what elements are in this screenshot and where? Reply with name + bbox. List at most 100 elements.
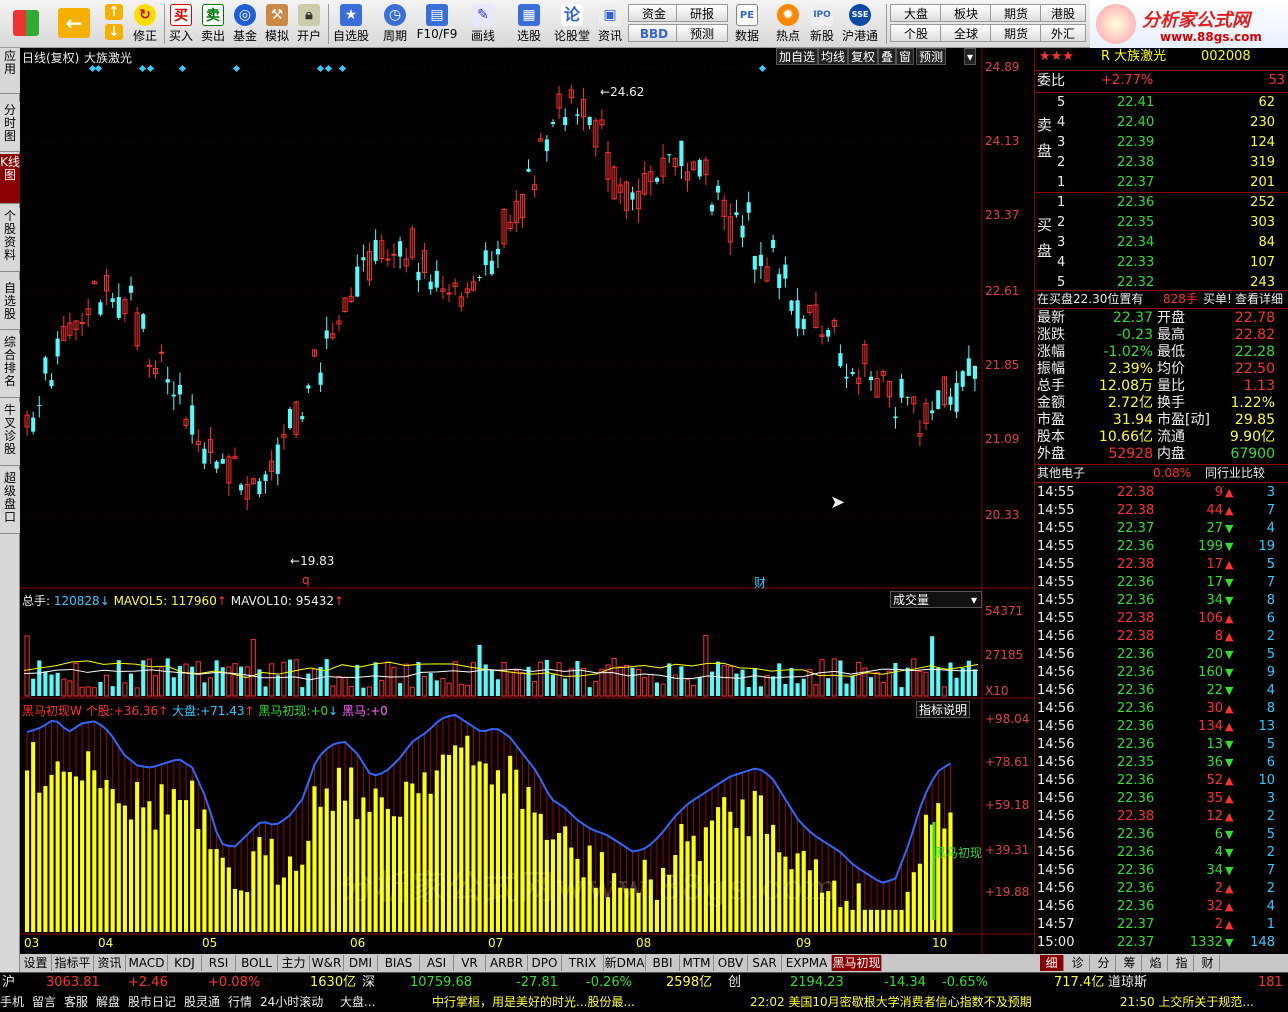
ipo-button[interactable]: IPO 新股 [806, 2, 838, 46]
quote-tab[interactable]: 指 [1170, 955, 1194, 971]
indicator-tab[interactable]: 指标平台 [52, 955, 94, 986]
indicator-tab[interactable]: TRIX [562, 955, 604, 971]
sell-level-row[interactable]: 5 22.41 62 [1035, 94, 1288, 112]
sell-level-row[interactable]: 2 22.38 319 [1035, 154, 1288, 172]
individual-button[interactable]: 个股 [890, 24, 942, 42]
indicator-tab[interactable]: 新DMA [604, 955, 646, 971]
indicator-tab[interactable]: KDJ [168, 955, 202, 971]
tab-apps[interactable]: 应用 [0, 48, 20, 94]
tab-ranking[interactable]: 综合排名 [0, 334, 20, 398]
tab-diagnosis[interactable]: 牛叉诊股 [0, 402, 20, 466]
status-menu-item[interactable]: 解盘 [96, 992, 120, 1012]
indicator-tab[interactable]: BOLL [236, 955, 278, 971]
indicator-tab[interactable]: MTM [680, 955, 714, 971]
draw-line-button[interactable]: ✎ 画线 [462, 2, 504, 46]
status-menu-item[interactable]: 大盘... [340, 992, 375, 1012]
status-menu-item[interactable]: 股灵通 [184, 992, 220, 1012]
sell-button[interactable]: 卖 卖出 [198, 2, 228, 46]
bbd-button[interactable]: BBD [628, 24, 680, 42]
buy-level-row[interactable]: 1 22.36 252 [1035, 194, 1288, 212]
back-arrow-icon[interactable]: ← [54, 2, 94, 46]
tab-watchlist[interactable]: 自选股 [0, 280, 20, 330]
indicator-tab[interactable]: ASI [420, 955, 454, 971]
tab-profile[interactable]: 个股资料 [0, 208, 20, 272]
indicator-tab[interactable]: DMI [344, 955, 378, 971]
data-button[interactable]: PE 数据 [730, 2, 764, 46]
window-button[interactable]: 窗 [896, 48, 915, 65]
quote-tab[interactable]: 财 [1196, 955, 1220, 971]
indicator-tab[interactable]: OBV [714, 955, 748, 971]
status-menu-item[interactable]: 股市日记 [128, 992, 176, 1012]
period-button[interactable]: ◷ 周期 [374, 2, 416, 46]
edit-button[interactable]: ↻ 修正 [128, 2, 162, 46]
chart-canvas[interactable] [20, 48, 1034, 954]
indicator-tab[interactable]: BBI [646, 955, 680, 971]
forum-button[interactable]: 论 论股堂 [552, 2, 592, 46]
buy-level-row[interactable]: 3 22.34 84 [1035, 234, 1288, 252]
sell-level-row[interactable]: 4 22.40 230 [1035, 114, 1288, 132]
status-menu-item[interactable]: 客服 [64, 992, 88, 1012]
add-watchlist-button[interactable]: 加自选 [776, 48, 819, 65]
status-menu-item[interactable]: 行情 [228, 992, 252, 1012]
indicator-tab[interactable]: W&R [310, 955, 344, 971]
indicator-tab[interactable]: VR [454, 955, 486, 971]
capital-button[interactable]: 资金 [628, 4, 680, 22]
sector-row[interactable]: 其他电子 0.08% 同行业比较 [1035, 464, 1288, 482]
indicator-tab[interactable]: ARBR [486, 955, 528, 971]
status-menu-item[interactable]: 手机 [0, 992, 24, 1012]
indicator-tab[interactable]: EXPMA [782, 955, 832, 971]
kline-chart-area[interactable]: 日线(复权) 大族激光 加自选 均线 复权 叠 窗 预测 ▾ 24.89 24.… [20, 48, 1034, 954]
order-notice[interactable]: 在买盘22.30位置有 828手 买单! 查看详细 [1035, 290, 1288, 308]
event-marker-finance[interactable]: 财 [754, 574, 766, 591]
buy-level-row[interactable]: 4 22.33 107 [1035, 254, 1288, 272]
simulate-button[interactable]: ⚒ 模拟 [262, 2, 292, 46]
view-detail-link[interactable]: 查看详细 [1235, 290, 1283, 308]
fund-button[interactable]: ◎ 基金 [230, 2, 260, 46]
market-button[interactable]: 大盘 [890, 4, 942, 22]
indicator-tab[interactable]: 主力 [278, 955, 310, 971]
indicator-tab[interactable]: SAR [748, 955, 782, 971]
news-button[interactable]: ▣ 资讯 [594, 2, 626, 46]
sector-button[interactable]: 板块 [940, 4, 992, 22]
quote-tab[interactable]: 诊 [1066, 955, 1090, 971]
tab-super-panel[interactable]: 超级盘口 [0, 470, 20, 534]
sell-level-row[interactable]: 3 22.39 124 [1035, 134, 1288, 152]
indicator-help-button[interactable]: 指标说明 [916, 701, 971, 718]
indicator-tab[interactable]: 资讯 [94, 955, 126, 971]
quote-tab[interactable]: 筹 [1118, 955, 1142, 971]
research-button[interactable]: 研报 [676, 4, 728, 22]
buy-button[interactable]: 买 买入 [166, 2, 196, 46]
indicator-tab[interactable]: DPO [528, 955, 562, 971]
indicator-tab[interactable]: BIAS [378, 955, 420, 971]
stock-picker-button[interactable]: ▦ 选股 [508, 2, 550, 46]
news-ticker-3[interactable]: 21:50 上交所关于规范... [1120, 992, 1254, 1012]
hotspot-button[interactable]: ✹ 热点 [772, 2, 804, 46]
windows-logo-icon[interactable] [6, 2, 46, 46]
indicator-tab[interactable]: RSI [202, 955, 236, 971]
status-menu-item[interactable]: 24小时滚动 [260, 992, 323, 1012]
tab-intraday[interactable]: 分时图 [0, 102, 20, 152]
chart-menu-icon[interactable]: ▾ [964, 48, 977, 65]
buy-level-row[interactable]: 2 22.35 303 [1035, 214, 1288, 232]
status-menu-item[interactable]: 留言 [32, 992, 56, 1012]
quote-tab[interactable]: 细 [1040, 955, 1064, 971]
sector-compare-link[interactable]: 同行业比较 [1205, 464, 1265, 482]
futures-button[interactable]: 期货 [990, 4, 1042, 22]
forecast-button[interactable]: 预测 [676, 24, 728, 42]
nav-up-down-icon[interactable]: ↑ ↓ [102, 2, 126, 46]
hk-connect-button[interactable]: SSE 沪港通 [840, 2, 880, 46]
quote-tab[interactable]: 焰 [1144, 955, 1168, 971]
adjust-button[interactable]: 复权 [848, 48, 879, 65]
forecast-chart-button[interactable]: 预测 [916, 48, 947, 65]
open-account-button[interactable]: 🔒︎ 开户 [294, 2, 324, 46]
quote-tab[interactable]: 分 [1092, 955, 1116, 971]
ma-button[interactable]: 均线 [818, 48, 849, 65]
forex-button[interactable]: 外汇 [1040, 24, 1086, 42]
news-ticker-1[interactable]: 中行掌桓，用是美好的时光...股份最... [432, 992, 635, 1012]
hk-stocks-button[interactable]: 港股 [1040, 4, 1086, 22]
indicator-tab[interactable]: 黑马初现W [832, 955, 882, 986]
futures-button-2[interactable]: 期货 [990, 24, 1042, 42]
sell-level-row[interactable]: 1 22.37 201 [1035, 174, 1288, 192]
watchlist-button[interactable]: ★ 自选股 [330, 2, 372, 46]
indicator-tab[interactable]: MACD [126, 955, 168, 971]
